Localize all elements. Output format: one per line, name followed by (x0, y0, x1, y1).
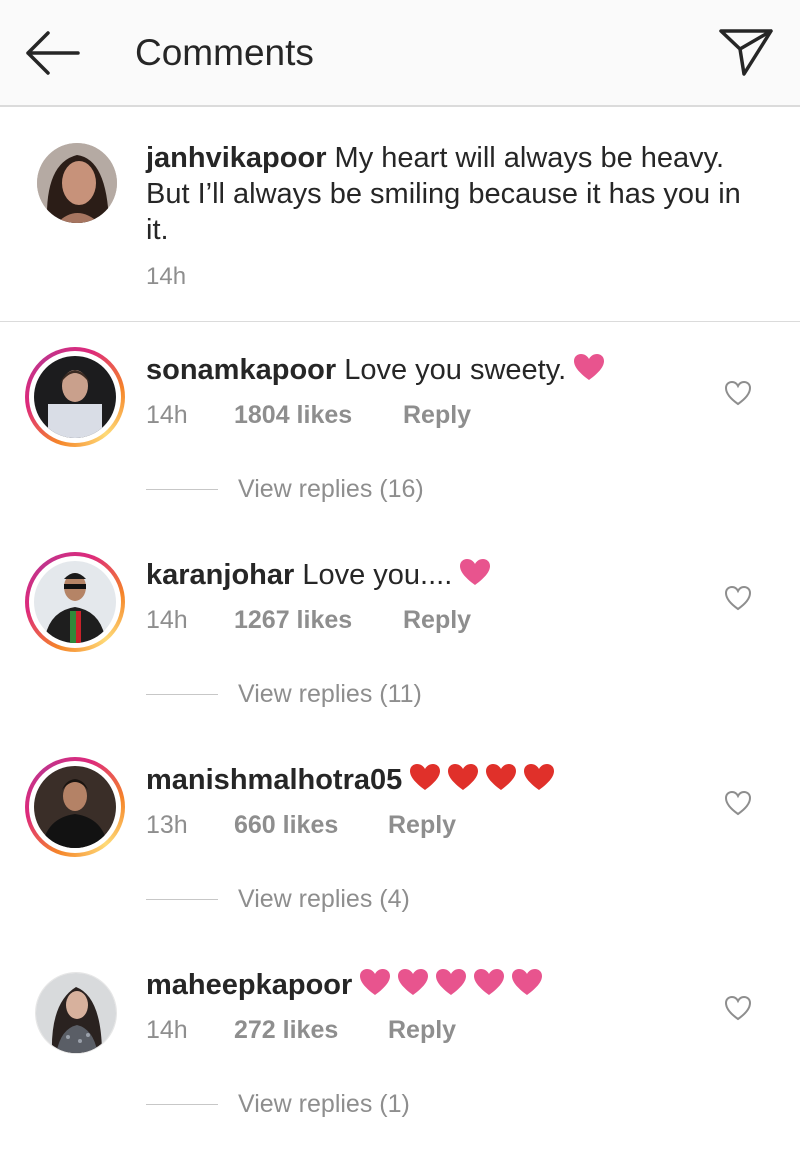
comment-username[interactable]: manishmalhotra05 (146, 764, 402, 796)
comment-username[interactable]: maheepkapoor (146, 969, 352, 1001)
view-replies-link[interactable]: View replies (4) (238, 885, 410, 914)
like-button[interactable] (723, 994, 753, 1022)
comment-body: Love you.... (294, 559, 453, 591)
reply-button[interactable]: Reply (403, 606, 471, 635)
heart-emoji-icon (460, 559, 491, 585)
comment-timestamp: 14h (146, 1016, 188, 1044)
post-caption: janhvikapoor My heart will always be hea… (0, 107, 800, 322)
likes-count[interactable]: 272 likes (234, 1016, 338, 1045)
like-button[interactable] (723, 584, 753, 612)
replies-divider (146, 899, 218, 900)
comment-item: karanjohar Love you.... 14h 1267 likes R… (0, 552, 800, 757)
avatar (34, 356, 116, 438)
back-button[interactable] (22, 26, 82, 80)
view-replies-link[interactable]: View replies (16) (238, 475, 424, 504)
heart-emojis (452, 559, 492, 591)
comment-item: maheepkapoor 14h 272 likes Reply View re… (0, 962, 800, 1167)
avatar (34, 766, 116, 848)
like-button[interactable] (723, 789, 753, 817)
comment-body: Love you sweety. (336, 354, 567, 386)
comment-username[interactable]: karanjohar (146, 559, 294, 591)
heart-outline-icon (724, 585, 752, 611)
replies-divider (146, 489, 218, 490)
share-button[interactable] (716, 24, 776, 80)
heart-emojis (566, 354, 606, 386)
comment-timestamp: 14h (146, 606, 188, 634)
avatar[interactable] (37, 143, 117, 223)
comment-text: sonamkapoor Love you sweety. (146, 352, 746, 388)
page-title: Comments (135, 32, 314, 73)
heart-emoji-icon (448, 764, 479, 790)
comment-item: manishmalhotra05 13h 660 likes Reply Vie… (0, 757, 800, 962)
heart-emoji-icon (524, 764, 555, 790)
heart-emoji-icon (360, 969, 391, 995)
avatar[interactable] (35, 972, 117, 1054)
caption-text: janhvikapoor My heart will always be hea… (146, 140, 746, 248)
comment-text: karanjohar Love you.... (146, 557, 746, 593)
replies-divider (146, 694, 218, 695)
heart-emojis (402, 764, 556, 796)
likes-count[interactable]: 660 likes (234, 811, 338, 840)
reply-button[interactable]: Reply (388, 811, 456, 840)
comment-timestamp: 13h (146, 811, 188, 839)
comment-item: sonamkapoor Love you sweety. 14h 1804 li… (0, 347, 800, 552)
view-replies-link[interactable]: View replies (11) (238, 680, 422, 709)
heart-emoji-icon (474, 969, 505, 995)
top-bar: Comments (0, 0, 800, 107)
caption-timestamp: 14h (146, 263, 187, 290)
reply-button[interactable]: Reply (403, 401, 471, 430)
avatar (34, 561, 116, 643)
comment-timestamp: 14h (146, 401, 188, 429)
story-ring[interactable] (25, 552, 125, 652)
reply-button[interactable]: Reply (388, 1016, 456, 1045)
heart-emoji-icon (398, 969, 429, 995)
heart-emoji-icon (410, 764, 441, 790)
heart-outline-icon (724, 995, 752, 1021)
heart-outline-icon (724, 790, 752, 816)
heart-emojis (352, 969, 544, 1001)
view-replies-link[interactable]: View replies (1) (238, 1090, 410, 1119)
like-button[interactable] (723, 379, 753, 407)
comment-text: maheepkapoor (146, 967, 746, 1003)
heart-outline-icon (724, 380, 752, 406)
likes-count[interactable]: 1267 likes (234, 606, 352, 635)
heart-emoji-icon (436, 969, 467, 995)
likes-count[interactable]: 1804 likes (234, 401, 352, 430)
story-ring[interactable] (25, 757, 125, 857)
comment-username[interactable]: sonamkapoor (146, 354, 336, 386)
back-arrow-icon (26, 31, 80, 75)
story-ring[interactable] (25, 347, 125, 447)
direct-send-icon (719, 29, 773, 76)
caption-username[interactable]: janhvikapoor (146, 142, 327, 174)
heart-emoji-icon (512, 969, 543, 995)
replies-divider (146, 1104, 218, 1105)
comment-text: manishmalhotra05 (146, 762, 746, 798)
heart-emoji-icon (574, 354, 605, 380)
heart-emoji-icon (486, 764, 517, 790)
